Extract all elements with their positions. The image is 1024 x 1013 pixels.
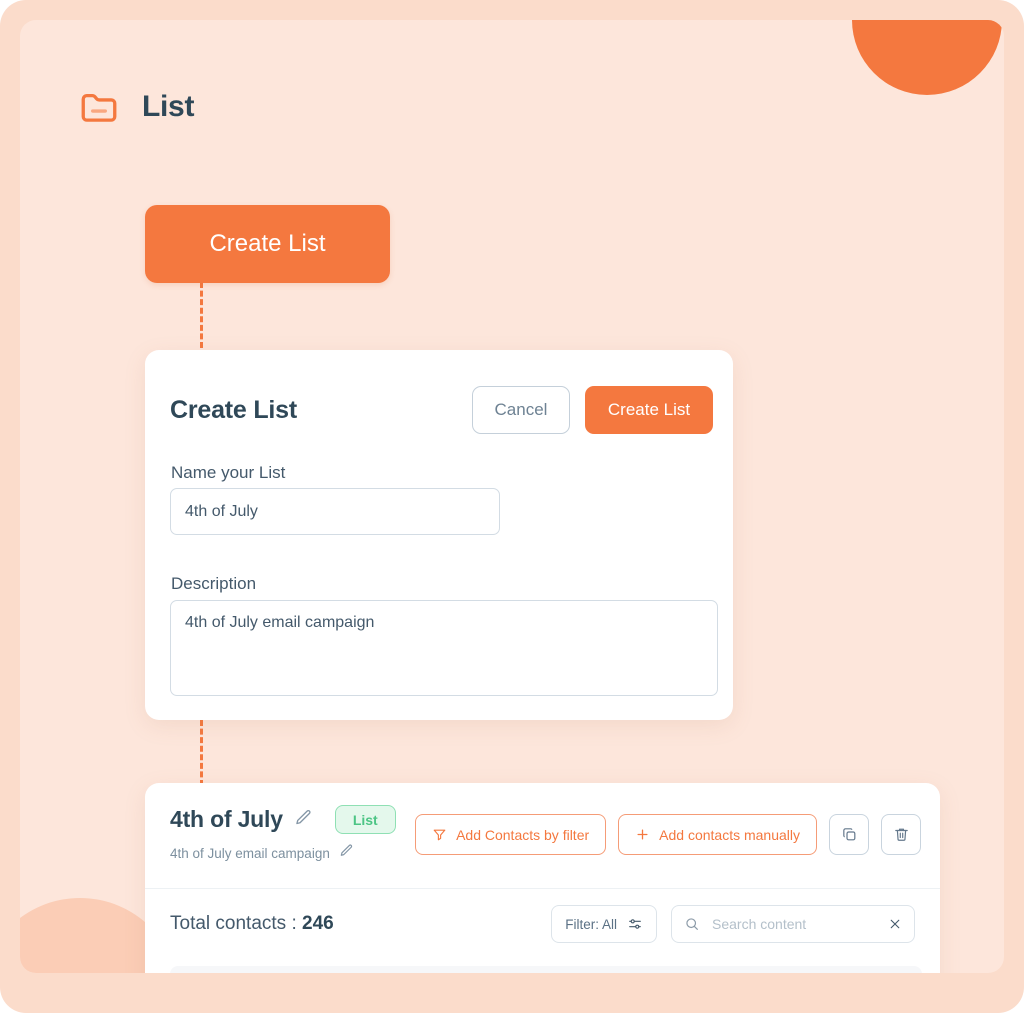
outer-frame: List Create List Create List Cancel Crea… xyxy=(0,0,1024,1013)
pencil-icon[interactable] xyxy=(294,808,313,832)
trash-icon xyxy=(893,826,910,843)
list-title-block: 4th of July List 4th of July email campa… xyxy=(170,805,396,863)
list-header-actions: Add Contacts by filter Add contacts manu… xyxy=(415,814,921,855)
list-subtitle-row: 4th of July email campaign xyxy=(170,843,396,863)
name-field-label: Name your List xyxy=(171,463,286,482)
close-icon xyxy=(888,917,902,931)
add-contacts-manually-label: Add contacts manually xyxy=(659,826,800,843)
filter-label: Filter: All xyxy=(565,916,617,932)
list-title-row: 4th of July List xyxy=(170,805,396,834)
cancel-button[interactable]: Cancel xyxy=(472,386,570,434)
add-contacts-manually-button[interactable]: Add contacts manually xyxy=(618,814,817,855)
total-contacts-label: Total contacts : xyxy=(170,913,303,934)
modal-title: Create List xyxy=(170,395,298,424)
filter-button[interactable]: Filter: All xyxy=(551,905,657,943)
connector-line-top xyxy=(200,282,203,348)
delete-list-button[interactable] xyxy=(881,814,921,855)
pencil-icon[interactable] xyxy=(339,843,354,863)
list-title: 4th of July xyxy=(170,806,283,832)
copy-icon xyxy=(841,826,858,843)
page-title: List xyxy=(142,90,195,123)
list-detail-card: 4th of July List 4th of July email campa… xyxy=(145,783,940,973)
create-list-submit-button[interactable]: Create List xyxy=(585,386,713,434)
list-toolbar: Total contacts : 246 Filter: All xyxy=(145,888,940,960)
create-list-trigger-button[interactable]: Create List xyxy=(145,205,390,283)
total-contacts-value: 246 xyxy=(302,913,334,934)
add-contacts-by-filter-button[interactable]: Add Contacts by filter xyxy=(415,814,607,855)
add-contacts-by-filter-label: Add Contacts by filter xyxy=(456,826,590,843)
description-field-label: Description xyxy=(171,574,257,593)
list-detail-header: 4th of July List 4th of July email campa… xyxy=(145,783,940,889)
search-icon xyxy=(684,916,700,932)
connector-line-bottom xyxy=(200,720,203,786)
list-name-input[interactable] xyxy=(170,488,500,535)
toolbar-right-group: Filter: All xyxy=(551,905,915,943)
create-list-modal: Create List Cancel Create List Name your… xyxy=(145,350,733,720)
contacts-table-header xyxy=(170,966,922,973)
modal-action-buttons: Cancel Create List xyxy=(472,386,713,434)
clear-search-button[interactable] xyxy=(888,917,902,931)
modal-header: Create List Cancel Create List xyxy=(170,386,713,434)
folder-minus-icon xyxy=(78,86,120,128)
search-box[interactable] xyxy=(671,905,915,943)
decorative-semicircle xyxy=(852,20,1002,95)
total-contacts: Total contacts : 246 xyxy=(170,913,334,935)
duplicate-list-button[interactable] xyxy=(829,814,869,855)
inner-panel: List Create List Create List Cancel Crea… xyxy=(20,20,1004,973)
search-input[interactable] xyxy=(710,915,878,933)
sliders-icon xyxy=(627,916,643,932)
list-description-textarea[interactable]: 4th of July email campaign xyxy=(170,600,718,696)
plus-icon xyxy=(635,827,650,842)
page-header: List xyxy=(78,86,194,128)
funnel-icon xyxy=(432,827,447,842)
list-subtitle: 4th of July email campaign xyxy=(170,845,330,861)
status-badge: List xyxy=(334,805,396,834)
